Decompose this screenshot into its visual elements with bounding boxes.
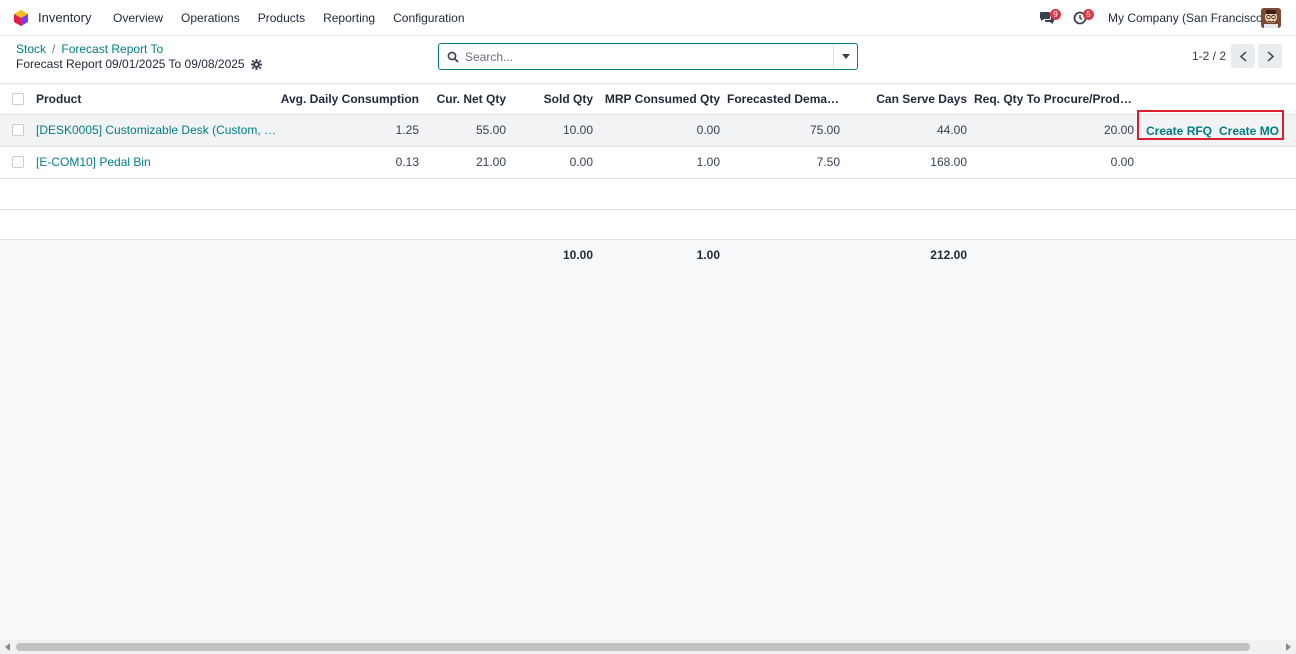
cell-sold: 10.00 (562, 123, 593, 137)
search-options-toggle[interactable] (833, 44, 857, 69)
empty-row (0, 210, 1296, 240)
caret-down-icon (841, 54, 850, 59)
horizontal-scrollbar[interactable] (0, 640, 1296, 654)
breadcrumb: Stock / Forecast Report To (16, 42, 163, 56)
product-link[interactable]: [DESK0005] Customizable Desk (Custom, Wh… (36, 123, 278, 137)
header-mrp[interactable]: MRP Consumed Qty (600, 92, 720, 106)
scroll-right-arrow-icon[interactable] (1284, 643, 1292, 651)
page-title: Forecast Report 09/01/2025 To 09/08/2025 (16, 57, 245, 71)
total-serve-days: 212.00 (930, 248, 967, 262)
search-input[interactable] (465, 47, 835, 66)
total-sold: 10.00 (562, 248, 593, 262)
user-avatar[interactable] (1261, 8, 1281, 28)
table-row[interactable]: [E-COM10] Pedal Bin 0.13 21.00 0.00 1.00… (0, 147, 1296, 179)
messages-badge: 9 (1050, 9, 1061, 20)
pager-previous-button[interactable] (1231, 44, 1255, 68)
header-cur-net[interactable]: Cur. Net Qty (426, 92, 506, 106)
total-mrp: 1.00 (696, 248, 720, 262)
cell-avg-daily: 1.25 (395, 123, 419, 137)
menu-overview[interactable]: Overview (113, 11, 163, 25)
row-checkbox[interactable] (12, 156, 24, 168)
table-header: Product Avg. Daily Consumption Cur. Net … (0, 84, 1296, 115)
empty-row (0, 179, 1296, 210)
menu-configuration[interactable]: Configuration (393, 11, 464, 25)
header-serve-days[interactable]: Can Serve Days (847, 92, 967, 106)
cell-req-qty: 0.00 (1110, 155, 1134, 169)
header-sold[interactable]: Sold Qty (513, 92, 593, 106)
app-name[interactable]: Inventory (38, 10, 91, 25)
pager-value[interactable]: 1-2 / 2 (1192, 49, 1226, 63)
cell-mrp: 0.00 (696, 123, 720, 137)
inventory-app-icon[interactable] (12, 9, 30, 27)
product-link[interactable]: [E-COM10] Pedal Bin (36, 155, 278, 169)
cell-forecast: 75.00 (809, 123, 840, 137)
chevron-right-icon (1266, 50, 1274, 62)
breadcrumb-stock[interactable]: Stock (16, 42, 46, 56)
search-icon (447, 51, 459, 63)
pager-next-button[interactable] (1258, 44, 1282, 68)
cell-forecast: 7.50 (816, 155, 840, 169)
cell-cur-net: 21.00 (475, 155, 506, 169)
page-title-wrap: Forecast Report 09/01/2025 To 09/08/2025 (16, 57, 262, 71)
actions-highlight (1137, 110, 1284, 140)
top-navbar: Inventory Overview Operations Products R… (0, 0, 1296, 36)
header-req-qty[interactable]: Req. Qty To Procure/Produce (974, 92, 1134, 106)
cell-serve-days: 168.00 (930, 155, 967, 169)
gear-icon[interactable] (250, 58, 262, 70)
row-checkbox[interactable] (12, 124, 24, 136)
table-row[interactable]: [DESK0005] Customizable Desk (Custom, Wh… (0, 115, 1296, 147)
company-switcher[interactable]: My Company (San Francisco) (1108, 11, 1267, 25)
activities-badge: 5 (1083, 9, 1094, 20)
search-bar (438, 43, 858, 70)
select-all-checkbox[interactable] (12, 93, 24, 105)
menu-operations[interactable]: Operations (181, 11, 240, 25)
menu-products[interactable]: Products (258, 11, 305, 25)
breadcrumb-separator: / (52, 42, 56, 56)
cell-sold: 0.00 (569, 155, 593, 169)
chevron-left-icon (1239, 50, 1247, 62)
cell-mrp: 1.00 (696, 155, 720, 169)
header-forecast[interactable]: Forecasted Demand (727, 92, 840, 106)
scrollbar-thumb[interactable] (16, 643, 1250, 651)
header-product[interactable]: Product (36, 92, 236, 106)
control-panel: Stock / Forecast Report To Forecast Repo… (0, 36, 1296, 84)
cell-avg-daily: 0.13 (395, 155, 419, 169)
cell-req-qty: 20.00 (1103, 123, 1134, 137)
menu-reporting[interactable]: Reporting (323, 11, 375, 25)
cell-cur-net: 55.00 (475, 123, 506, 137)
cell-serve-days: 44.00 (936, 123, 967, 137)
scroll-left-arrow-icon[interactable] (4, 643, 12, 651)
table-footer-totals: 10.00 1.00 212.00 (0, 240, 1296, 270)
breadcrumb-forecast-report[interactable]: Forecast Report To (61, 42, 163, 56)
main-menu: Overview Operations Products Reporting C… (113, 11, 465, 25)
header-avg-daily[interactable]: Avg. Daily Consumption (270, 92, 419, 106)
